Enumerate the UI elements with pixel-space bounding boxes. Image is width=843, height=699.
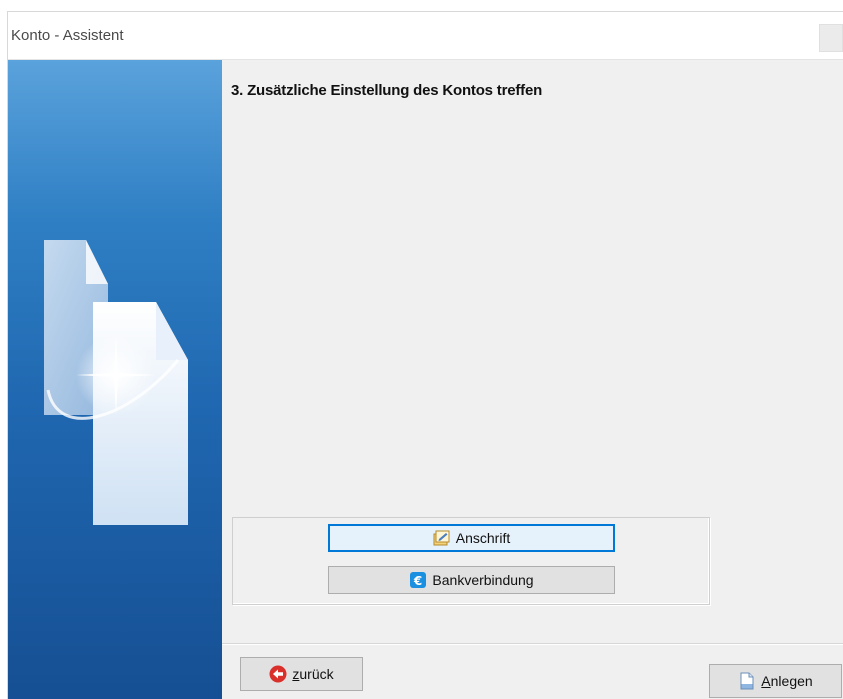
back-label-rest: urück xyxy=(299,666,334,682)
create-button-label: Anlegen xyxy=(761,673,812,689)
back-button-label: z urück xyxy=(292,666,333,682)
close-button[interactable] xyxy=(819,24,843,52)
bank-details-button-label: Bankverbindung xyxy=(432,572,534,588)
window-title: Konto - Assistent xyxy=(11,27,124,44)
back-arrow-icon xyxy=(269,665,287,683)
create-button[interactable]: Anlegen xyxy=(709,664,842,698)
background-strip xyxy=(0,0,843,12)
back-mnemonic: z xyxy=(292,666,300,682)
title-bar: Konto - Assistent xyxy=(8,12,843,60)
back-button[interactable]: z urück xyxy=(240,657,363,691)
step-title: 3. Zusätzliche Einstellung des Kontos tr… xyxy=(231,82,543,99)
svg-text:€: € xyxy=(413,574,422,588)
euro-icon: € xyxy=(409,571,427,589)
bank-details-button[interactable]: € Bankverbindung xyxy=(328,566,615,594)
document-icon xyxy=(738,672,756,690)
documents-illustration xyxy=(44,240,188,525)
footer-separator xyxy=(222,643,843,645)
wizard-content: 3. Zusätzliche Einstellung des Kontos tr… xyxy=(222,60,843,699)
address-button[interactable]: Anschrift xyxy=(328,524,615,552)
create-mnemonic: A xyxy=(761,673,771,689)
wizard-side-banner xyxy=(8,60,222,699)
address-card-icon xyxy=(433,529,451,547)
wizard-window: Konto - Assistent 3. Zusätzliche Einstel… xyxy=(8,12,843,699)
address-button-label: Anschrift xyxy=(455,530,511,546)
create-label-rest: nlegen xyxy=(770,673,813,689)
